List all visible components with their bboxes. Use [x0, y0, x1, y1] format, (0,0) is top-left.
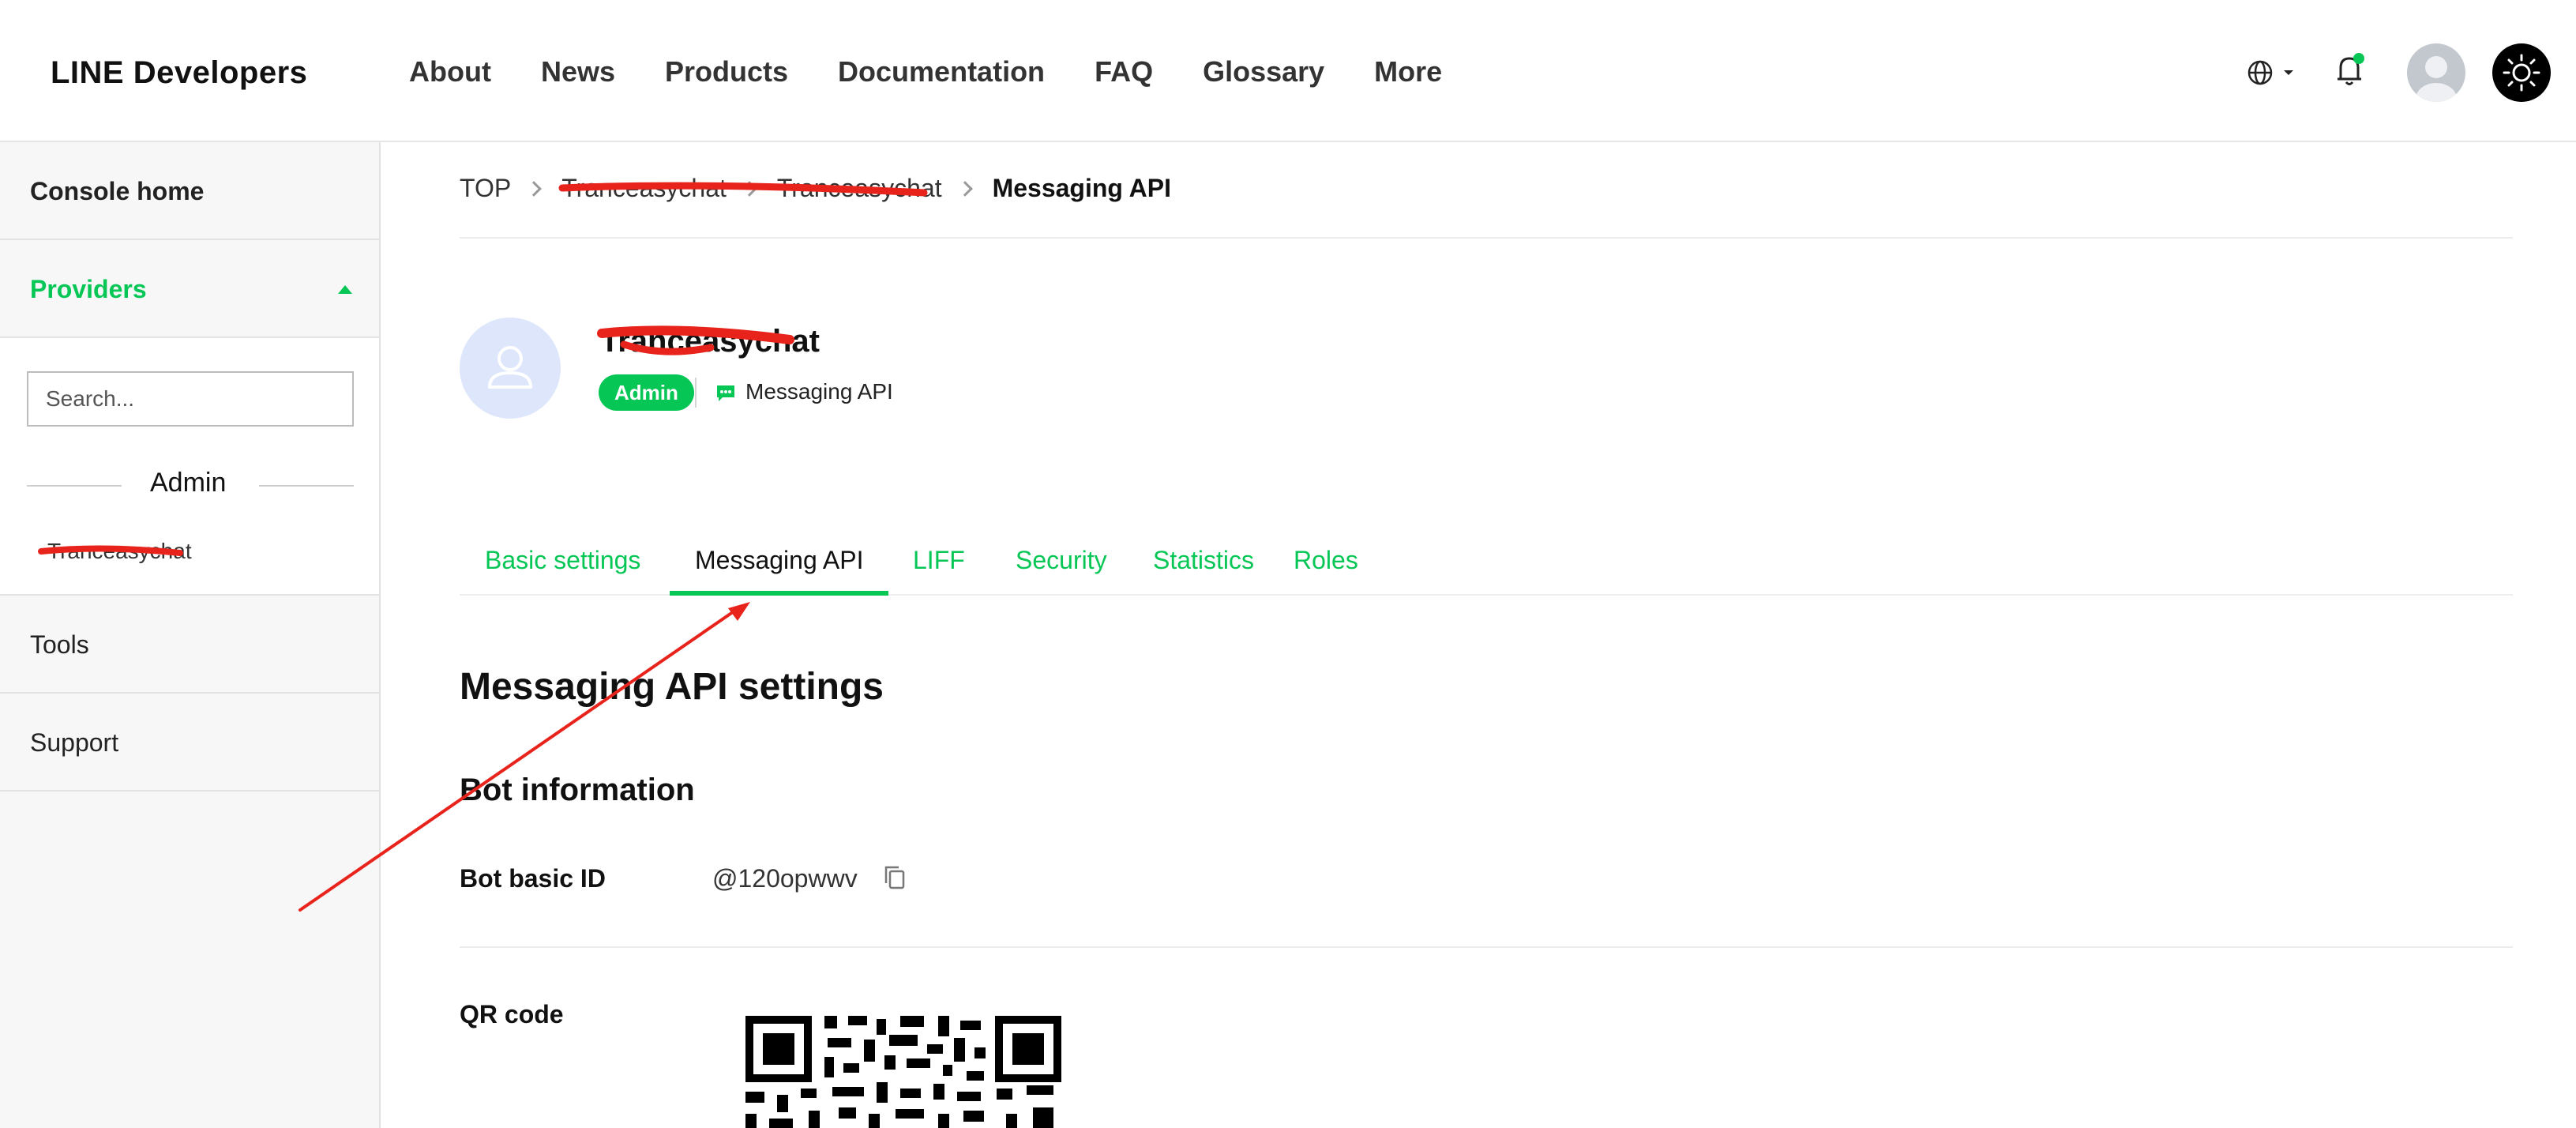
qr-code [745, 1016, 1061, 1128]
tab-liff[interactable]: LIFF [888, 543, 990, 596]
provider-group-label: Admin [150, 468, 227, 498]
bell-icon[interactable] [2334, 52, 2366, 88]
sidebar-item-label: Tools [30, 630, 89, 659]
divider [27, 485, 122, 487]
sidebar-item-tools[interactable]: Tools [0, 596, 379, 694]
channel-type: Messaging API [745, 379, 893, 404]
nav-about[interactable]: About [409, 55, 491, 88]
qr-label: QR code [460, 1000, 564, 1028]
divider [460, 237, 2513, 239]
sidebar-item-label: Support [30, 728, 119, 757]
main-nav: About News Products Documentation FAQ Gl… [409, 55, 1492, 88]
arrow-head-icon [728, 602, 750, 621]
nav-documentation[interactable]: Documentation [838, 55, 1045, 88]
divider [695, 378, 697, 408]
nav-more[interactable]: More [1374, 55, 1442, 88]
sidebar-item-label: Providers [30, 275, 147, 303]
tab-roles[interactable]: Roles [1268, 543, 1384, 596]
chevron-right-icon [956, 180, 973, 197]
bot-id-label: Bot basic ID [460, 864, 606, 893]
chevron-right-icon [741, 180, 757, 197]
provider-search-input[interactable] [27, 371, 354, 427]
globe-icon[interactable] [2246, 57, 2301, 88]
tab-statistics[interactable]: Statistics [1128, 543, 1279, 596]
tab-messaging-api[interactable]: Messaging API [670, 543, 889, 596]
sidebar-item-providers[interactable]: Providers [0, 240, 379, 338]
divider [259, 485, 354, 487]
chat-bubble-icon [717, 385, 734, 401]
role-badge: Admin [599, 374, 694, 411]
breadcrumb-provider[interactable]: Tranceasychat [561, 174, 727, 203]
top-header: LINE Developers About News Products Docu… [0, 0, 2576, 142]
breadcrumb-current: Messaging API [992, 174, 1171, 202]
breadcrumb: TOP Tranceasychat Tranceasychat Messagin… [460, 174, 1171, 203]
tab-basic-settings[interactable]: Basic settings [460, 543, 666, 596]
nav-news[interactable]: News [541, 55, 615, 88]
copy-icon[interactable] [883, 864, 907, 891]
channel-tabs: Basic settings Messaging API LIFF Securi… [460, 543, 2513, 596]
breadcrumb-top[interactable]: TOP [460, 174, 511, 203]
nav-products[interactable]: Products [665, 55, 788, 88]
channel-avatar [460, 318, 561, 419]
sidebar-item-label: Console home [30, 177, 205, 205]
section-heading: Bot information [460, 773, 695, 807]
page-title: Messaging API settings [460, 666, 884, 708]
user-outline-icon [488, 346, 532, 389]
nav-glossary[interactable]: Glossary [1203, 55, 1324, 88]
theme-toggle[interactable] [2492, 43, 2551, 102]
nav-faq[interactable]: FAQ [1095, 55, 1153, 88]
avatar[interactable] [2407, 43, 2465, 102]
breadcrumb-channel[interactable]: Tranceasychat [777, 174, 942, 203]
divider [460, 946, 2513, 948]
sun-icon [2503, 54, 2540, 92]
site-logo[interactable]: LINE Developers [51, 55, 307, 91]
channel-name: Tranceasychat [600, 324, 820, 359]
sidebar-item-console-home[interactable]: Console home [0, 142, 379, 240]
sidebar-provider-item[interactable]: Tranceasychat [47, 539, 192, 564]
sidebar-item-support[interactable]: Support [0, 694, 379, 791]
user-silhouette-icon [2416, 56, 2457, 102]
chevron-right-icon [526, 180, 543, 197]
caret-up-icon[interactable] [338, 285, 352, 294]
tab-security[interactable]: Security [990, 543, 1132, 596]
bot-id-value: @120opwwv [712, 864, 858, 893]
